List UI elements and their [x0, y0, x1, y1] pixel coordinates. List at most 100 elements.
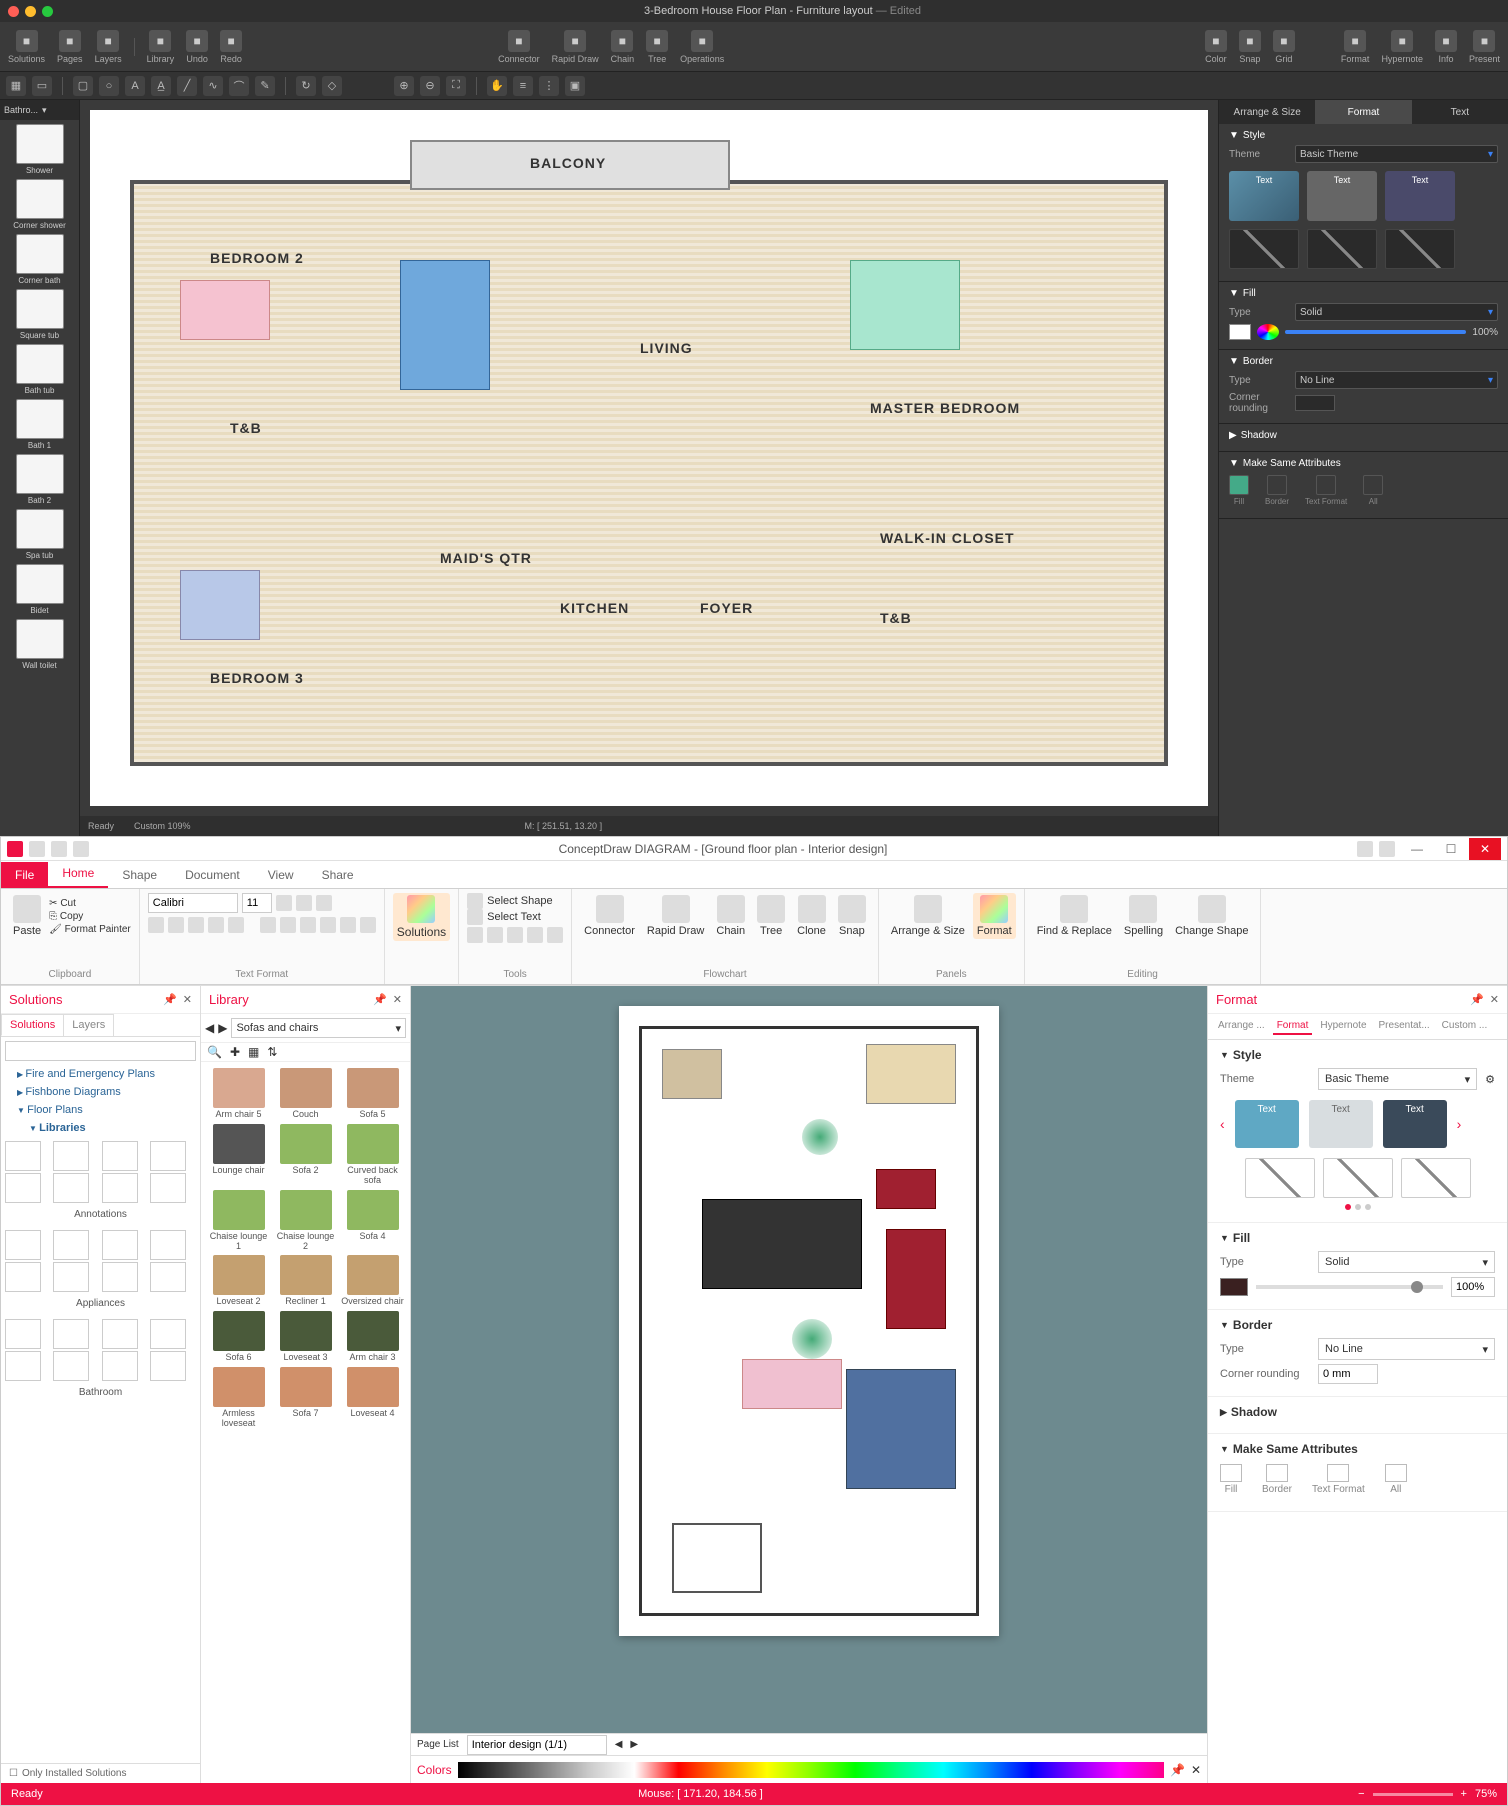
shrink-font-icon[interactable]	[296, 895, 312, 911]
font-color-icon[interactable]	[316, 895, 332, 911]
lib-thumb[interactable]	[5, 1319, 41, 1349]
attr-fill[interactable]: Fill	[1229, 475, 1249, 506]
canvas[interactable]: BALCONY BEDROOM 2 DINING LIVING MASTER B…	[90, 110, 1208, 806]
prev-page-icon[interactable]: ◀	[615, 1739, 623, 1750]
align-tool[interactable]: ≡	[513, 76, 533, 96]
library-dropdown[interactable]: Sofas and chairs▾	[231, 1018, 406, 1038]
tab-format[interactable]: Format	[1315, 100, 1411, 124]
hand-tool[interactable]: ✋	[487, 76, 507, 96]
opacity-slider[interactable]	[1285, 330, 1466, 334]
furniture-sofa-5[interactable]: Sofa 5	[341, 1068, 404, 1120]
rect-icon[interactable]	[467, 927, 483, 943]
rapid-draw-button[interactable]: Rapid Draw	[643, 893, 708, 939]
fmt-opacity-input[interactable]	[1451, 1277, 1495, 1297]
save-icon[interactable]	[29, 841, 45, 857]
furniture-oversized-chair[interactable]: Oversized chair	[341, 1255, 404, 1307]
italic-icon[interactable]	[168, 917, 184, 933]
close-button[interactable]: ✕	[1469, 838, 1501, 860]
pen-tool[interactable]: ✎	[255, 76, 275, 96]
fmt-tab-hypernote[interactable]: Hypernote	[1316, 1018, 1370, 1035]
next-theme-icon[interactable]: ›	[1457, 1116, 1462, 1132]
tree-floorplans[interactable]: Floor Plans	[1, 1101, 200, 1119]
theme-swatch-2[interactable]: Text	[1307, 171, 1377, 221]
border-section-header[interactable]: ▼ Border	[1229, 356, 1498, 367]
fmt-attr-all[interactable]: All	[1385, 1464, 1407, 1495]
stencil-square-tub[interactable]: Square tub	[4, 289, 75, 340]
select-shape-icon[interactable]	[467, 893, 483, 909]
lib-cat-appliances[interactable]: Appliances	[1, 1296, 200, 1315]
solutions-button[interactable]: Solutions	[393, 893, 450, 941]
toolbar-tree[interactable]: ■Tree	[646, 30, 668, 64]
pin-icon[interactable]: 📌	[1470, 993, 1484, 1006]
close-icon[interactable]: ✕	[393, 993, 402, 1006]
fmt-swatch-1[interactable]: Text	[1235, 1100, 1299, 1148]
fmt-line-2[interactable]	[1323, 1158, 1393, 1198]
color-strip[interactable]	[458, 1762, 1164, 1778]
ribbon-tab-share[interactable]: Share	[308, 862, 368, 888]
lib-thumb[interactable]	[150, 1173, 186, 1203]
stencil-bath-1[interactable]: Bath 1	[4, 399, 75, 450]
color-wheel-icon[interactable]	[1257, 324, 1279, 340]
fmt-tab-custom[interactable]: Custom ...	[1438, 1018, 1492, 1035]
lib-thumb[interactable]	[53, 1319, 89, 1349]
pin-icon[interactable]: 📌	[1170, 1763, 1185, 1777]
ribbon-tab-document[interactable]: Document	[171, 862, 254, 888]
subtab-layers[interactable]: Layers	[63, 1014, 114, 1036]
lib-thumb[interactable]	[102, 1351, 138, 1381]
lib-thumb[interactable]	[102, 1230, 138, 1260]
fmt-theme-dropdown[interactable]: Basic Theme▾	[1318, 1068, 1477, 1090]
format-painter-button[interactable]: 🖌 Format Painter	[49, 924, 131, 935]
ribbon-tab-home[interactable]: Home	[48, 860, 108, 888]
fmt-fill-color[interactable]	[1220, 1278, 1248, 1296]
find-replace-button[interactable]: Find & Replace	[1033, 893, 1116, 939]
align-center-icon[interactable]	[280, 917, 296, 933]
lib-thumb[interactable]	[5, 1173, 41, 1203]
stencil-wall-toilet[interactable]: Wall toilet	[4, 619, 75, 670]
copy-button[interactable]: ⎘ Copy	[49, 911, 131, 922]
stencil-spa-tub[interactable]: Spa tub	[4, 509, 75, 560]
fill-section-header[interactable]: ▼ Fill	[1229, 288, 1498, 299]
furniture-arm-chair-3[interactable]: Arm chair 3	[341, 1311, 404, 1363]
valign-top-icon[interactable]	[320, 917, 336, 933]
rect-tool[interactable]: ▢	[73, 76, 93, 96]
toolbar-chain[interactable]: ■Chain	[611, 30, 635, 64]
lib-view-icon[interactable]: ▦	[248, 1045, 259, 1059]
maximize-button[interactable]: ☐	[1435, 838, 1467, 860]
paste-button[interactable]: Paste	[9, 893, 45, 939]
lib-thumb[interactable]	[53, 1173, 89, 1203]
lib-thumb[interactable]	[150, 1141, 186, 1171]
font-name-input[interactable]	[148, 893, 238, 913]
toolbar-library[interactable]: ■Library	[147, 30, 175, 64]
rotate-icon[interactable]	[547, 927, 563, 943]
undo-icon[interactable]	[51, 841, 67, 857]
lib-thumb[interactable]	[102, 1141, 138, 1171]
lib-search-icon[interactable]: 🔍	[207, 1045, 222, 1059]
fmt-style-header[interactable]: Style	[1220, 1048, 1495, 1062]
zoom-slider[interactable]	[1373, 1793, 1453, 1796]
tree-libraries[interactable]: Libraries	[1, 1119, 200, 1137]
ribbon-tab-shape[interactable]: Shape	[108, 862, 171, 888]
select-text-icon[interactable]	[467, 909, 483, 925]
furniture-sofa-6[interactable]: Sofa 6	[207, 1311, 270, 1363]
zoom-out-button[interactable]: −	[1358, 1788, 1364, 1800]
line-preview-1[interactable]	[1229, 229, 1299, 269]
help-icon[interactable]	[1357, 841, 1373, 857]
strike-icon[interactable]	[208, 917, 224, 933]
lib-thumb[interactable]	[53, 1141, 89, 1171]
zoom-in-button[interactable]: +	[1461, 1788, 1467, 1800]
pointer-tool[interactable]: ▦	[6, 76, 26, 96]
zoom-button[interactable]	[42, 6, 53, 17]
valign-bot-icon[interactable]	[360, 917, 376, 933]
furniture-curved-back-sofa[interactable]: Curved back sofa	[341, 1124, 404, 1186]
attr-border[interactable]: Border	[1265, 475, 1289, 506]
theme-swatch-3[interactable]: Text	[1385, 171, 1455, 221]
spelling-button[interactable]: Spelling	[1120, 893, 1167, 939]
arrange-button[interactable]: Arrange & Size	[887, 893, 969, 939]
fmt-fill-type[interactable]: Solid▾	[1318, 1251, 1495, 1273]
zoom-in-tool[interactable]: ⊕	[394, 76, 414, 96]
stencil-bath-tub[interactable]: Bath tub	[4, 344, 75, 395]
lib-thumb[interactable]	[150, 1230, 186, 1260]
furniture-chaise-lounge-1[interactable]: Chaise lounge 1	[207, 1190, 270, 1252]
line-preview-3[interactable]	[1385, 229, 1455, 269]
stencil-corner-shower[interactable]: Corner shower	[4, 179, 75, 230]
